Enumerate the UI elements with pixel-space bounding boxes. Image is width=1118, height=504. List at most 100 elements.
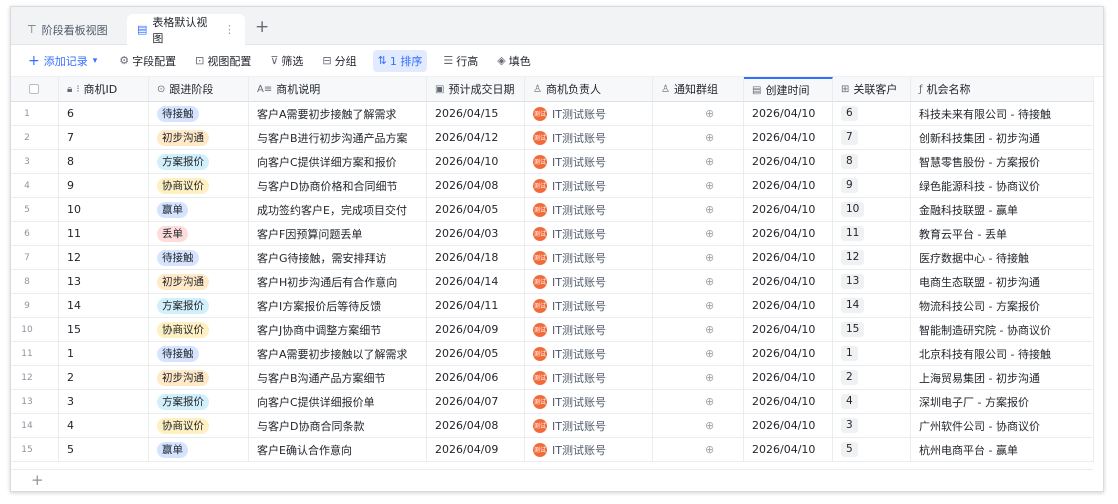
opportunity-name-cell[interactable]: 杭州电商平台 - 赢单 (911, 438, 1094, 461)
stage-cell[interactable]: 方案报价 (149, 390, 249, 413)
opportunity-name-cell[interactable]: 智慧零售股份 - 方案报价 (911, 150, 1094, 173)
table-row[interactable]: 11 1 待接触 客户A需要初步接触以了解需求 2026/04/05 测试 IT测试账号 ⊕ 2… (11, 342, 1094, 366)
linked-customer-chip[interactable]: 15 (841, 322, 865, 337)
opportunity-name-cell[interactable]: 创新科技集团 - 初步沟通 (911, 126, 1094, 149)
table-row[interactable]: 4 9 协商议价 与客户D协商价格和合同细节 2026/04/08 测试 IT测试账号 ⊕ 20… (11, 174, 1094, 198)
linked-customer-cell[interactable]: 1 (833, 342, 911, 365)
sort-button[interactable]: ⇅ 1 排序 (372, 49, 428, 72)
linked-customer-chip[interactable]: 10 (841, 202, 865, 217)
description-cell[interactable]: 客户E确认合作意向 (249, 438, 427, 461)
table-row[interactable]: 2 7 初步沟通 与客户B进行初步沟通产品方案 2026/04/12 测试 IT测试账号 ⊕ 2… (11, 126, 1094, 150)
stage-cell[interactable]: 待接触 (149, 102, 249, 125)
notify-group-cell[interactable]: ⊕ (653, 342, 744, 365)
notify-group-icon[interactable]: ⊕ (705, 323, 714, 336)
description-cell[interactable]: 与客户B沟通产品方案细节 (249, 366, 427, 389)
owner-cell[interactable]: 测试 IT测试账号 (525, 222, 653, 245)
stage-cell[interactable]: 待接触 (149, 246, 249, 269)
add-row-button[interactable]: + (11, 469, 1093, 489)
description-cell[interactable]: 向客户C提供详细报价单 (249, 390, 427, 413)
expected-date-cell[interactable]: 2026/04/12 (427, 126, 525, 149)
stage-cell[interactable]: 协商议价 (149, 414, 249, 437)
linked-customer-chip[interactable]: 9 (841, 178, 858, 193)
linked-customer-chip[interactable]: 6 (841, 106, 858, 121)
opportunity-id-cell[interactable]: 10 (59, 198, 149, 221)
tab-kanban-view[interactable]: ⊤ 阶段看板视图 (17, 14, 118, 45)
linked-customer-chip[interactable]: 3 (841, 418, 858, 433)
description-cell[interactable]: 客户A需要初步接触了解需求 (249, 102, 427, 125)
opportunity-id-cell[interactable]: 8 (59, 150, 149, 173)
opportunity-name-cell[interactable]: 电商生态联盟 - 初步沟通 (911, 270, 1094, 293)
column-header-stage[interactable]: ⊙ 跟进阶段 (149, 77, 249, 101)
table-row[interactable]: 14 4 协商议价 与客户D协商合同条款 2026/04/08 测试 IT测试账号 ⊕ 2026… (11, 414, 1094, 438)
notify-group-icon[interactable]: ⊕ (705, 419, 714, 432)
opportunity-name-cell[interactable]: 北京科技有限公司 - 待接触 (911, 342, 1094, 365)
notify-group-cell[interactable]: ⊕ (653, 438, 744, 461)
stage-cell[interactable]: 赢单 (149, 438, 249, 461)
description-cell[interactable]: 客户A需要初步接触以了解需求 (249, 342, 427, 365)
notify-group-icon[interactable]: ⊕ (705, 443, 714, 456)
table-row[interactable]: 3 8 方案报价 向客户C提供详细方案和报价 2026/04/10 测试 IT测试账号 ⊕ 20… (11, 150, 1094, 174)
opportunity-id-cell[interactable]: 4 (59, 414, 149, 437)
opportunity-name-cell[interactable]: 上海贸易集团 - 初步沟通 (911, 366, 1094, 389)
linked-customer-chip[interactable]: 7 (841, 130, 858, 145)
column-header-opportunity-name[interactable]: ƒ 机会名称 (911, 77, 1094, 101)
expected-date-cell[interactable]: 2026/04/18 (427, 246, 525, 269)
linked-customer-cell[interactable]: 7 (833, 126, 911, 149)
opportunity-id-cell[interactable]: 14 (59, 294, 149, 317)
linked-customer-chip[interactable]: 12 (841, 250, 865, 265)
linked-customer-chip[interactable]: 13 (841, 274, 865, 289)
opportunity-id-cell[interactable]: 3 (59, 390, 149, 413)
column-header-expected-date[interactable]: ▣ 预计成交日期 (427, 77, 525, 101)
table-row[interactable]: 15 5 赢单 客户E确认合作意向 2026/04/09 测试 IT测试账号 ⊕ 2026/04… (11, 438, 1094, 462)
notify-group-icon[interactable]: ⊕ (705, 155, 714, 168)
owner-cell[interactable]: 测试 IT测试账号 (525, 102, 653, 125)
notify-group-icon[interactable]: ⊕ (705, 131, 714, 144)
notify-group-icon[interactable]: ⊕ (705, 347, 714, 360)
table-row[interactable]: 13 3 方案报价 向客户C提供详细报价单 2026/04/07 测试 IT测试账号 ⊕ 202… (11, 390, 1094, 414)
table-row[interactable]: 6 11 丢单 客户F因预算问题丢单 2026/04/03 测试 IT测试账号 ⊕ 2026/0… (11, 222, 1094, 246)
table-row[interactable]: 1 6 待接触 客户A需要初步接触了解需求 2026/04/15 测试 IT测试账号 ⊕ 202… (11, 102, 1094, 126)
expected-date-cell[interactable]: 2026/04/08 (427, 414, 525, 437)
linked-customer-cell[interactable]: 13 (833, 270, 911, 293)
notify-group-cell[interactable]: ⊕ (653, 414, 744, 437)
column-header-desc[interactable]: A≡ 商机说明 (249, 77, 427, 101)
linked-customer-cell[interactable]: 6 (833, 102, 911, 125)
expected-date-cell[interactable]: 2026/04/09 (427, 318, 525, 341)
fill-color-button[interactable]: ◈ 填色 (494, 50, 533, 72)
linked-customer-cell[interactable]: 14 (833, 294, 911, 317)
description-cell[interactable]: 客户G待接触，需安排拜访 (249, 246, 427, 269)
linked-customer-cell[interactable]: 5 (833, 438, 911, 461)
add-view-icon[interactable]: + (255, 17, 269, 37)
expected-date-cell[interactable]: 2026/04/08 (427, 174, 525, 197)
opportunity-id-cell[interactable]: 1 (59, 342, 149, 365)
notify-group-cell[interactable]: ⊕ (653, 198, 744, 221)
stage-cell[interactable]: 初步沟通 (149, 270, 249, 293)
column-header-linked-customer[interactable]: ⊞ 关联客户 (833, 77, 911, 101)
expected-date-cell[interactable]: 2026/04/10 (427, 150, 525, 173)
notify-group-cell[interactable]: ⊕ (653, 390, 744, 413)
tab-more-icon[interactable]: ⋮ (224, 23, 235, 36)
owner-cell[interactable]: 测试 IT测试账号 (525, 126, 653, 149)
stage-cell[interactable]: 协商议价 (149, 174, 249, 197)
expected-date-cell[interactable]: 2026/04/07 (427, 390, 525, 413)
description-cell[interactable]: 与客户D协商价格和合同细节 (249, 174, 427, 197)
opportunity-name-cell[interactable]: 广州软件公司 - 协商议价 (911, 414, 1094, 437)
filter-button[interactable]: ⊽ 筛选 (267, 50, 306, 72)
description-cell[interactable]: 成功签约客户E，完成项目交付 (249, 198, 427, 221)
expected-date-cell[interactable]: 2026/04/06 (427, 366, 525, 389)
expected-date-cell[interactable]: 2026/04/03 (427, 222, 525, 245)
description-cell[interactable]: 与客户B进行初步沟通产品方案 (249, 126, 427, 149)
linked-customer-cell[interactable]: 12 (833, 246, 911, 269)
owner-cell[interactable]: 测试 IT测试账号 (525, 342, 653, 365)
opportunity-name-cell[interactable]: 深圳电子厂 - 方案报价 (911, 390, 1094, 413)
row-height-button[interactable]: ☰ 行高 (440, 50, 481, 72)
stage-cell[interactable]: 初步沟通 (149, 366, 249, 389)
notify-group-cell[interactable]: ⊕ (653, 222, 744, 245)
column-header-id[interactable]: 🔒︎ ⁝ 商机ID (59, 77, 149, 101)
owner-cell[interactable]: 测试 IT测试账号 (525, 438, 653, 461)
owner-cell[interactable]: 测试 IT测试账号 (525, 390, 653, 413)
notify-group-icon[interactable]: ⊕ (705, 275, 714, 288)
linked-customer-cell[interactable]: 11 (833, 222, 911, 245)
owner-cell[interactable]: 测试 IT测试账号 (525, 366, 653, 389)
stage-cell[interactable]: 方案报价 (149, 150, 249, 173)
